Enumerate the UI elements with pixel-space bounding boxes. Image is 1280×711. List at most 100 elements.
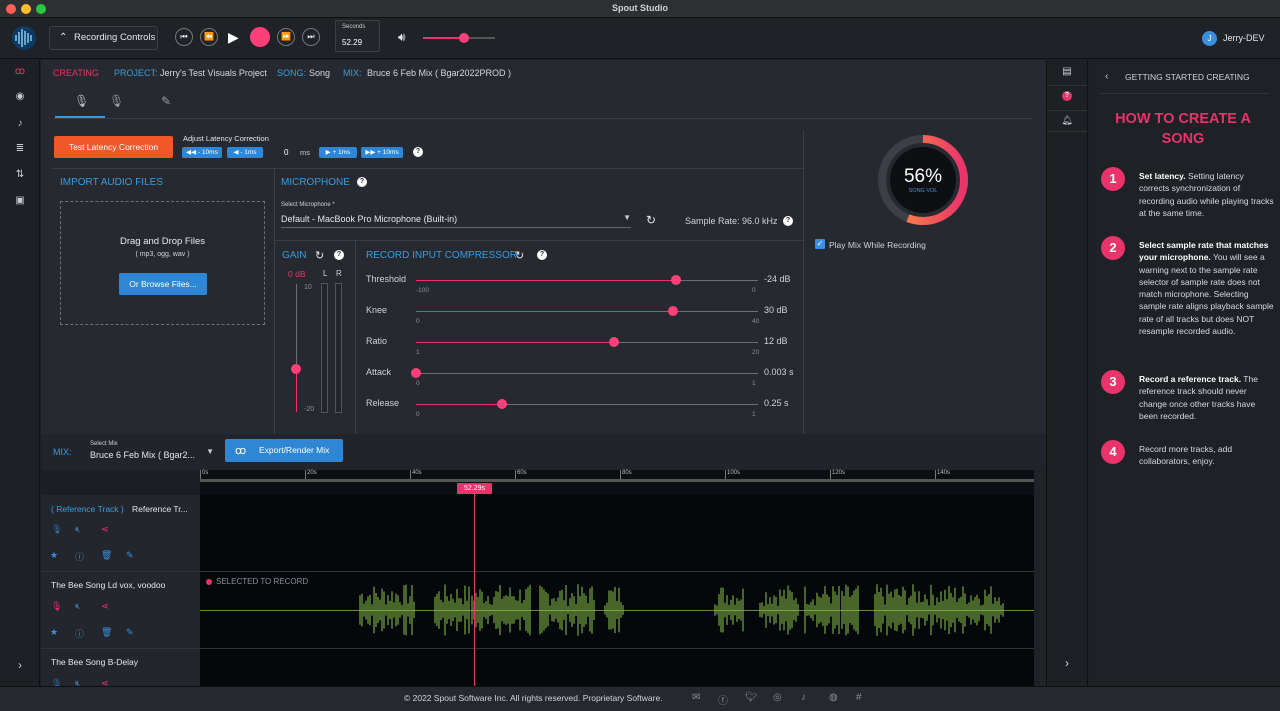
compressor-knob[interactable] <box>411 368 421 378</box>
gain-knob[interactable] <box>291 364 301 374</box>
track-name[interactable]: The Bee Song B-Delay <box>51 657 138 667</box>
compressor-slider-row[interactable]: Threshold -24 dB -100 0 <box>366 272 806 298</box>
mix-value[interactable]: Bruce 6 Feb Mix ( Bgar2022PROD ) <box>367 68 511 78</box>
rewind-button[interactable]: ⏪ <box>200 28 218 46</box>
play-mix-label[interactable]: Play Mix While Recording <box>829 240 926 250</box>
voicemail-icon[interactable]: ꝏ <box>0 66 40 77</box>
help-icon[interactable]: ? <box>1062 91 1072 101</box>
star-icon[interactable]: ★ <box>50 550 58 561</box>
browse-files-button[interactable]: Or Browse Files... <box>119 273 207 295</box>
delete-icon[interactable]: 🗑︎ <box>101 550 112 561</box>
chat-icon[interactable]: ▤ <box>1047 66 1087 77</box>
gain-slider[interactable] <box>291 284 301 412</box>
delete-icon[interactable]: 🗑︎ <box>101 627 112 638</box>
share-icon[interactable]: ⋖ <box>101 601 109 612</box>
mix-select[interactable]: Bruce 6 Feb Mix ( Bgar2... ▼ <box>90 447 214 464</box>
layers-icon[interactable]: ◉ <box>0 91 40 102</box>
sample-rate-help-icon[interactable]: ? <box>783 216 793 226</box>
user-name[interactable]: Jerry-DEV <box>1223 33 1265 43</box>
folder-icon[interactable]: ▣ <box>0 195 40 206</box>
test-latency-button[interactable]: Test Latency Correction <box>54 136 173 158</box>
song-value[interactable]: Song <box>309 68 330 78</box>
twitter-icon[interactable]: 🐦︎ <box>745 692 758 703</box>
track-waveform[interactable] <box>200 495 1034 572</box>
compressor-knob[interactable] <box>496 399 507 409</box>
latency-minus1-button[interactable]: ◀ - 1ms <box>227 147 263 158</box>
info-icon[interactable]: ⓘ <box>75 550 84 563</box>
export-render-button[interactable]: ꝏ Export/Render Mix <box>225 439 343 462</box>
sample-rate-label[interactable]: Sample Rate: 96.0 kHz <box>685 216 778 226</box>
edit-icon[interactable]: ✎ <box>126 627 134 638</box>
compressor-slider-row[interactable]: Release 0.25 s 0 1 <box>366 396 806 422</box>
tab-microphone-alt[interactable]: 🎙︎ <box>109 94 124 108</box>
facebook-icon[interactable]: ⓕ <box>718 692 728 707</box>
back-chevron-icon[interactable]: ‹ <box>1105 71 1108 82</box>
microphone-icon[interactable]: 🎙︎ <box>51 601 62 612</box>
latency-value[interactable]: 0 <box>284 148 288 157</box>
bell-icon[interactable]: 🔔︎ <box>1047 115 1087 126</box>
compressor-track[interactable] <box>416 373 758 374</box>
compressor-help-icon[interactable]: ? <box>537 250 547 260</box>
gain-help-icon[interactable]: ? <box>334 250 344 260</box>
playlist-icon[interactable]: ≣ <box>0 143 40 154</box>
skip-to-start-button[interactable]: ⏮ <box>175 28 193 46</box>
timeline-tick: 80s <box>620 470 632 479</box>
track-row[interactable]: The Bee Song B-Delay 🎙︎ 🔇︎ ⋖ <box>41 649 200 688</box>
compressor-fill <box>416 342 615 343</box>
latency-plus1-button[interactable]: ▶ + 1ms <box>319 147 357 158</box>
share-icon[interactable]: ⋖ <box>101 524 109 535</box>
gain-reset-icon[interactable]: ↻ <box>315 249 324 262</box>
play-mix-checkbox[interactable]: ✓ <box>815 239 825 249</box>
refresh-microphone-icon[interactable]: ↻ <box>646 213 656 227</box>
track-waveform[interactable] <box>200 649 1034 686</box>
user-avatar[interactable]: J <box>1202 31 1217 46</box>
play-button[interactable]: ▶ <box>228 29 239 46</box>
instagram-icon[interactable]: ◎ <box>773 692 782 703</box>
discord-icon[interactable]: ◍ <box>829 692 838 703</box>
compressor-slider-row[interactable]: Ratio 12 dB 1 20 <box>366 334 806 360</box>
expand-sidebar-icon[interactable]: › <box>0 658 40 672</box>
timeline-ruler[interactable]: 0s 20s 40s 60s 80s 100s 120s 140s <box>200 470 1034 495</box>
tab-edit[interactable]: ✎ <box>161 94 171 108</box>
project-value[interactable]: Jerry's Test Visuals Project <box>160 68 267 78</box>
step-number: 2 <box>1101 236 1125 260</box>
compressor-knob[interactable] <box>609 337 620 347</box>
mute-icon[interactable]: 🔇︎ <box>75 524 81 535</box>
slack-icon[interactable]: # <box>856 692 862 703</box>
fast-forward-button[interactable]: ⏩ <box>277 28 295 46</box>
latency-help-icon[interactable]: ? <box>413 147 423 157</box>
tab-microphone[interactable]: 🎙︎ <box>55 88 105 118</box>
drop-zone[interactable]: Drag and Drop Files ( mp3, ogg, wav ) Or… <box>60 201 265 325</box>
track-row[interactable]: ( Reference Track ) Reference Tr... 🎙︎ 🔇… <box>41 495 200 572</box>
microphone-help-icon[interactable]: ? <box>357 177 367 187</box>
track-name[interactable]: Reference Tr... <box>132 504 188 514</box>
track-waveform[interactable]: SELECTED TO RECORD <box>200 572 1034 649</box>
info-icon[interactable]: ⓘ <box>75 627 84 640</box>
tiktok-icon[interactable]: ♪ <box>801 692 806 703</box>
email-icon[interactable]: ✉ <box>692 692 700 703</box>
track-row[interactable]: The Bee Song Ld vox, voodoo 🎙︎ 🔇︎ ⋖ ★ ⓘ … <box>41 572 200 649</box>
volume-slider[interactable] <box>423 33 495 43</box>
recording-controls-button[interactable]: ⌃ Recording Controls <box>49 26 158 50</box>
mute-icon[interactable]: 🔇︎ <box>75 601 81 612</box>
skip-to-end-button[interactable]: ⏭ <box>302 28 320 46</box>
compressor-knob[interactable] <box>670 275 681 285</box>
latency-minus10-button[interactable]: ◀◀ - 10ms <box>182 147 222 158</box>
microphone-icon[interactable]: 🎙︎ <box>51 524 62 535</box>
volume-icon[interactable]: 🔊︎ <box>398 30 406 45</box>
edit-icon[interactable]: ✎ <box>126 550 134 561</box>
record-button[interactable] <box>250 27 270 47</box>
swap-icon[interactable]: ⇅ <box>0 169 40 180</box>
compressor-slider-row[interactable]: Knee 30 dB 0 40 <box>366 303 806 329</box>
compressor-slider-row[interactable]: Attack 0.003 s 0 1 <box>366 365 806 391</box>
compressor-knob[interactable] <box>667 306 678 316</box>
compressor-reset-icon[interactable]: ↻ <box>515 249 524 262</box>
track-name[interactable]: The Bee Song Ld vox, voodoo <box>51 580 165 590</box>
playhead-line[interactable] <box>474 490 475 686</box>
expand-right-icon[interactable]: › <box>1047 656 1087 670</box>
music-note-icon[interactable]: ♪ <box>0 118 40 129</box>
latency-plus10-button[interactable]: ▶▶ + 10ms <box>361 147 403 158</box>
microphone-select[interactable]: Default - MacBook Pro Microphone (Built-… <box>281 212 631 228</box>
star-icon[interactable]: ★ <box>50 627 58 638</box>
track-scrollbar[interactable] <box>1034 470 1046 686</box>
